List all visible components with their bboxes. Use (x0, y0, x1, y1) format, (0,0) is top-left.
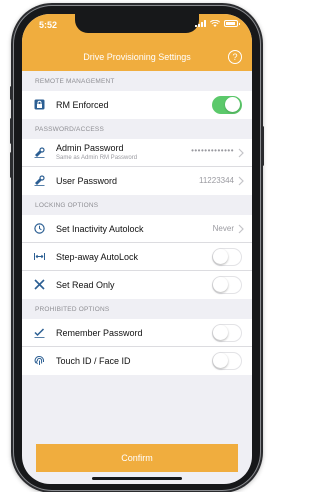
volume-down-button (10, 152, 13, 178)
read-only-label: Set Read Only (56, 280, 115, 290)
inactivity-autolock-label: Set Inactivity Autolock (56, 224, 144, 234)
section-header-remote: REMOTE MANAGEMENT (35, 78, 115, 85)
home-indicator (92, 477, 182, 480)
section-header-locking: LOCKING OPTIONS (35, 202, 99, 209)
settings-list: REMOTE MANAGEMENT RM Enforced PASSWORD/A… (22, 71, 252, 375)
row-stepaway-autolock: Step-away AutoLock (22, 243, 252, 271)
chevron-right-icon (238, 148, 244, 158)
inactivity-autolock-value: Never (212, 224, 234, 233)
section-header-password: PASSWORD/ACCESS (35, 126, 104, 133)
status-time: 5:52 (39, 20, 58, 30)
mute-switch (10, 86, 13, 100)
power-button (261, 126, 264, 166)
wifi-icon (210, 20, 220, 27)
read-only-toggle[interactable] (212, 276, 242, 294)
page-title: Drive Provisioning Settings (83, 52, 191, 62)
group-prohibited: Remember Password Touch ID / Face ID (22, 319, 252, 375)
battery-icon (224, 20, 240, 27)
app-screen: 5:52 Drive Provisioning Settings ? REMOT… (22, 14, 252, 484)
remember-password-toggle[interactable] (212, 324, 242, 342)
group-remote: RM Enforced (22, 91, 252, 119)
row-remember-password: Remember Password (22, 319, 252, 347)
confirm-button[interactable]: Confirm (36, 444, 238, 472)
touch-id-toggle[interactable] (212, 352, 242, 370)
fingerprint-icon (34, 356, 44, 365)
group-locking: Set Inactivity Autolock Never Step-away … (22, 215, 252, 299)
clock-icon (34, 223, 45, 234)
admin-key-icon (34, 147, 45, 158)
chevron-right-icon (238, 224, 244, 234)
user-key-icon (34, 175, 45, 186)
stepaway-autolock-label: Step-away AutoLock (56, 252, 139, 262)
user-password-value: 11223344 (199, 176, 234, 185)
section-header-prohibited: PROHIBITED OPTIONS (35, 306, 110, 313)
cross-pencil-icon (34, 279, 45, 290)
drive-lock-icon (34, 99, 45, 110)
admin-password-label: Admin Password (56, 143, 124, 153)
group-password: Admin Password Same as Admin RM Password… (22, 139, 252, 195)
signal-icon (195, 20, 206, 27)
admin-password-value: ••••••••••••• (191, 146, 234, 155)
notch (75, 14, 199, 33)
chevron-right-icon (238, 176, 244, 186)
admin-password-sublabel: Same as Admin RM Password (56, 155, 138, 161)
check-key-icon (34, 328, 45, 338)
row-inactivity-autolock[interactable]: Set Inactivity Autolock Never (22, 215, 252, 243)
row-admin-password[interactable]: Admin Password Same as Admin RM Password… (22, 139, 252, 167)
rm-enforced-label: RM Enforced (56, 100, 109, 110)
row-touch-id: Touch ID / Face ID (22, 347, 252, 375)
remember-password-label: Remember Password (56, 328, 143, 338)
rm-enforced-toggle[interactable] (212, 96, 242, 114)
volume-up-button (10, 118, 13, 144)
row-user-password[interactable]: User Password 11223344 (22, 167, 252, 195)
user-password-label: User Password (56, 176, 118, 186)
touch-id-label: Touch ID / Face ID (56, 356, 131, 366)
distance-icon (34, 253, 45, 260)
nav-header: 5:52 Drive Provisioning Settings ? (22, 14, 252, 71)
help-button[interactable]: ? (228, 50, 242, 64)
row-rm-enforced: RM Enforced (22, 91, 252, 119)
status-icons (195, 20, 240, 27)
stepaway-autolock-toggle[interactable] (212, 248, 242, 266)
row-read-only: Set Read Only (22, 271, 252, 299)
